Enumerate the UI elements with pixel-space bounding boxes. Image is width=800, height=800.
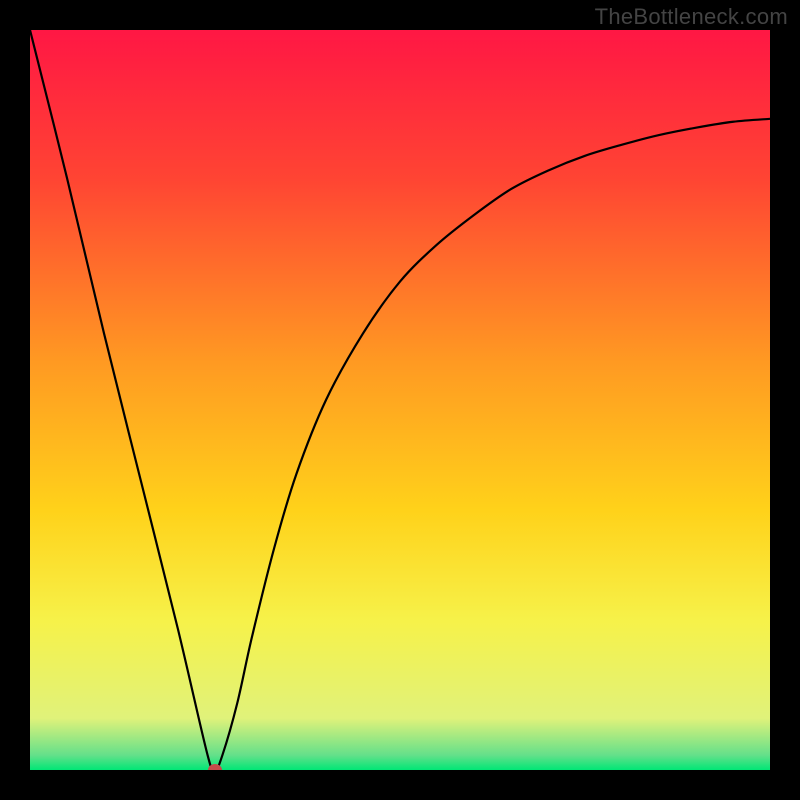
plot-area: [30, 30, 770, 770]
bottleneck-gradient: [30, 30, 770, 770]
site-watermark: TheBottleneck.com: [595, 4, 788, 30]
chart-root: TheBottleneck.com: [0, 0, 800, 800]
